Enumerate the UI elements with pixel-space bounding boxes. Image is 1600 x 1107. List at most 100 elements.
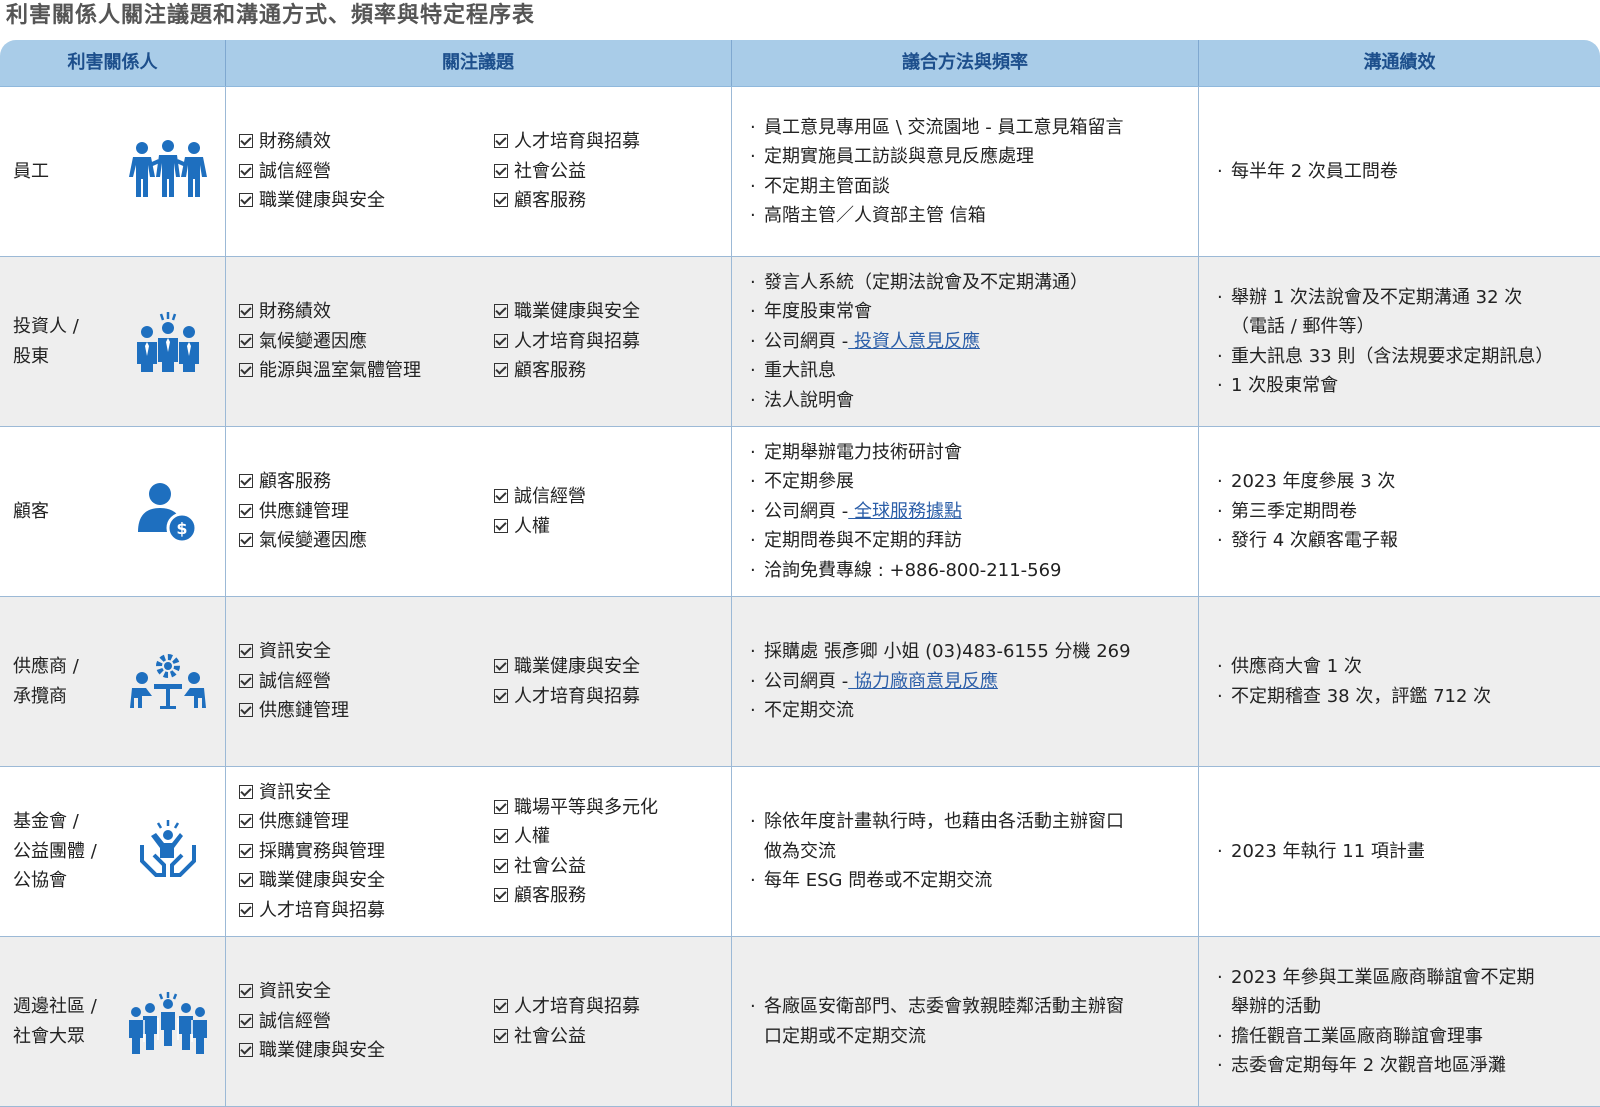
checkbox-checked-icon (494, 363, 508, 378)
topic-item: 人才培育與招募 (494, 127, 640, 157)
stakeholder-name-line: 投資人 / (13, 316, 79, 337)
foundation-icon (110, 767, 225, 936)
checkbox-checked-icon (494, 518, 508, 533)
method-item-cont: 口定期或不定期交流 (764, 1025, 926, 1047)
checkbox-checked-icon (494, 799, 508, 814)
method-link[interactable]: 協力廠商意見反應 (848, 671, 998, 692)
svg-text:$: $ (176, 519, 187, 538)
checkbox-checked-icon (239, 843, 253, 858)
checkbox-checked-icon (239, 984, 253, 999)
topic-item: 職業健康與安全 (239, 866, 385, 896)
stakeholder-name: 投資人 / 股東 (0, 257, 110, 426)
topic-item: 職業健康與安全 (239, 1036, 385, 1066)
topic-item: 顧客服務 (239, 467, 367, 497)
performance-item: · 供應商大會 1 次 (1217, 656, 1362, 677)
method-item: · 公司網頁 - 投資人意見反應 (750, 330, 980, 352)
stakeholder-table: 利害關係人 關注議題 議合方法與頻率 溝通績效 員工 財務績效 誠信經營 職業健康與… (0, 40, 1600, 1107)
stakeholder-name-line: 承攬商 (13, 685, 67, 707)
topic-item: 人權 (494, 822, 658, 852)
methods-cell: · 採購處 張彥卿 小姐 (03)483-6155 分機 269 · 公司網頁 - 協… (732, 597, 1198, 766)
checkbox-checked-icon (239, 134, 253, 149)
methods-cell: · 發言人系統（定期法說會及不定期溝通） · 年度股東常會 · 公司網頁 - 投資人意見反… (732, 257, 1198, 426)
performance-item: · 2023 年度參展 3 次 (1217, 471, 1396, 493)
topic-item: 氣候變遷因應 (239, 526, 367, 556)
performance-item: · 擔任觀音工業區廠商聯誼會理事 (1217, 1025, 1483, 1047)
topic-item: 誠信經營 (239, 157, 385, 187)
topics-cell: 資訊安全 誠信經營 職業健康與安全 人才培育與招募 社會公益 (225, 937, 731, 1106)
performance-item: · 每半年 2 次員工問卷 (1217, 160, 1398, 182)
checkbox-checked-icon (494, 193, 508, 208)
checkbox-checked-icon (494, 858, 508, 873)
method-link[interactable]: 投資人意見反應 (848, 331, 980, 352)
checkbox-checked-icon (239, 703, 253, 718)
method-link[interactable]: 全球服務據點 (848, 501, 962, 522)
method-item: · 定期實施員工訪談與意見反應處理 (750, 146, 1034, 167)
checkbox-checked-icon (494, 1028, 508, 1043)
topics-cell: 資訊安全 供應鏈管理 採購實務與管理 職業健康與安全 人才培育與招募 職場平等與多元化 人權… (225, 767, 731, 936)
topic-item: 職業健康與安全 (494, 652, 640, 682)
method-item: · 各廠區安衛部門、志委會敦親睦鄰活動主辦窗 (750, 996, 1124, 1017)
checkbox-checked-icon (494, 489, 508, 503)
methods-cell: · 定期舉辦電力技術研討會 · 不定期參展 · 公司網頁 - 全球服務據點 · 定期問卷與不定… (732, 427, 1198, 596)
performance-cell: · 2023 年度參展 3 次 · 第三季定期問卷 · 發行 4 次顧客電子報 (1199, 427, 1600, 596)
method-item: · 公司網頁 - 協力廠商意見反應 (750, 670, 998, 692)
stakeholder-name-line: 員工 (13, 160, 49, 182)
topic-item: 資訊安全 (239, 637, 349, 667)
stakeholder-name-line: 供應商 / (13, 656, 79, 677)
method-item: · 重大訊息 (750, 360, 836, 382)
method-item: · 洽詢免費專線 : +886-800-211-569 (750, 559, 1062, 581)
stakeholder-name-line: 公益團體 / (13, 840, 97, 862)
method-item: · 法人說明會 (750, 389, 854, 411)
checkbox-checked-icon (239, 333, 253, 348)
topic-item: 顧客服務 (494, 356, 640, 386)
performance-cell: · 舉辦 1 次法說會及不定期溝通 32 次 （電話 / 郵件等） · 重大訊息 33 … (1199, 257, 1600, 426)
investors-icon (110, 257, 225, 426)
table-row: 供應商 / 承攬商 資訊安全 誠信經營 供應鏈管理 職業健康與安全 人才培育與招募 · 採購處… (0, 597, 1600, 767)
checkbox-checked-icon (239, 363, 253, 378)
checkbox-checked-icon (239, 814, 253, 829)
method-item: · 高階主管／人資部主管 信箱 (750, 205, 986, 226)
performance-item: · 2023 年執行 11 項計畫 (1217, 840, 1425, 862)
checkbox-checked-icon (494, 888, 508, 902)
checkbox-checked-icon (239, 902, 253, 917)
topic-item: 人才培育與招募 (494, 682, 640, 712)
checkbox-checked-icon (494, 688, 508, 703)
checkbox-checked-icon (494, 304, 508, 319)
checkbox-checked-icon (239, 673, 253, 688)
stakeholder-name: 員工 (0, 87, 110, 256)
topic-item: 社會公益 (494, 1022, 640, 1052)
method-item: · 採購處 張彥卿 小姐 (03)483-6155 分機 269 (750, 641, 1131, 663)
topic-item: 人權 (494, 512, 586, 542)
stakeholder-name: 週邊社區 / 社會大眾 (0, 937, 110, 1106)
performance-item: · 2023 年參與工業區廠商聯誼會不定期 (1217, 966, 1535, 988)
topic-item: 職業健康與安全 (239, 186, 385, 216)
topic-item: 誠信經營 (239, 667, 349, 697)
header-performance: 溝通績效 (1363, 52, 1436, 73)
table-header: 利害關係人 關注議題 議合方法與頻率 溝通績效 (0, 40, 1600, 87)
community-icon (110, 937, 225, 1106)
performance-cell: · 每半年 2 次員工問卷 (1199, 87, 1600, 256)
stakeholder-name: 基金會 / 公益團體 / 公協會 (0, 767, 110, 936)
checkbox-checked-icon (494, 999, 508, 1013)
performance-item: · 不定期稽查 38 次，評鑑 712 次 (1217, 685, 1492, 707)
performance-item: · 舉辦 1 次法說會及不定期溝通 32 次 (1217, 286, 1523, 308)
checkbox-checked-icon (494, 163, 508, 178)
stakeholder-name-line: 週邊社區 / (13, 996, 97, 1017)
checkbox-checked-icon (239, 163, 253, 178)
topic-item: 人才培育與招募 (494, 327, 640, 357)
stakeholder-name-line: 基金會 / (13, 811, 79, 833)
table-row: 週邊社區 / 社會大眾 資訊安全 誠信經營 職業健康與安全 人才培育與招募 社會公益 · 各廠… (0, 937, 1600, 1107)
table-row: 投資人 / 股東 財務績效 氣候變遷因應 能源與溫室氣體管理 職業健康與安全 人才培育與招… (0, 257, 1600, 427)
stakeholder-name-line: 社會大眾 (13, 1025, 85, 1047)
checkbox-checked-icon (494, 829, 508, 843)
topic-item: 財務績效 (239, 297, 421, 327)
topics-cell: 財務績效 氣候變遷因應 能源與溫室氣體管理 職業健康與安全 人才培育與招募 顧客服務 (225, 257, 731, 426)
method-item: · 員工意見專用區 \ 交流園地 - 員工意見箱留言 (750, 116, 1124, 138)
stakeholder-name-line: 股東 (13, 345, 49, 367)
topic-item: 誠信經營 (239, 1007, 385, 1037)
checkbox-checked-icon (239, 1043, 253, 1058)
methods-cell: · 各廠區安衛部門、志委會敦親睦鄰活動主辦窗口定期或不定期交流 (732, 937, 1198, 1106)
performance-item-cont: （電話 / 郵件等） (1231, 316, 1375, 337)
method-item: · 公司網頁 - 全球服務據點 (750, 500, 962, 522)
topic-item: 採購實務與管理 (239, 837, 385, 867)
